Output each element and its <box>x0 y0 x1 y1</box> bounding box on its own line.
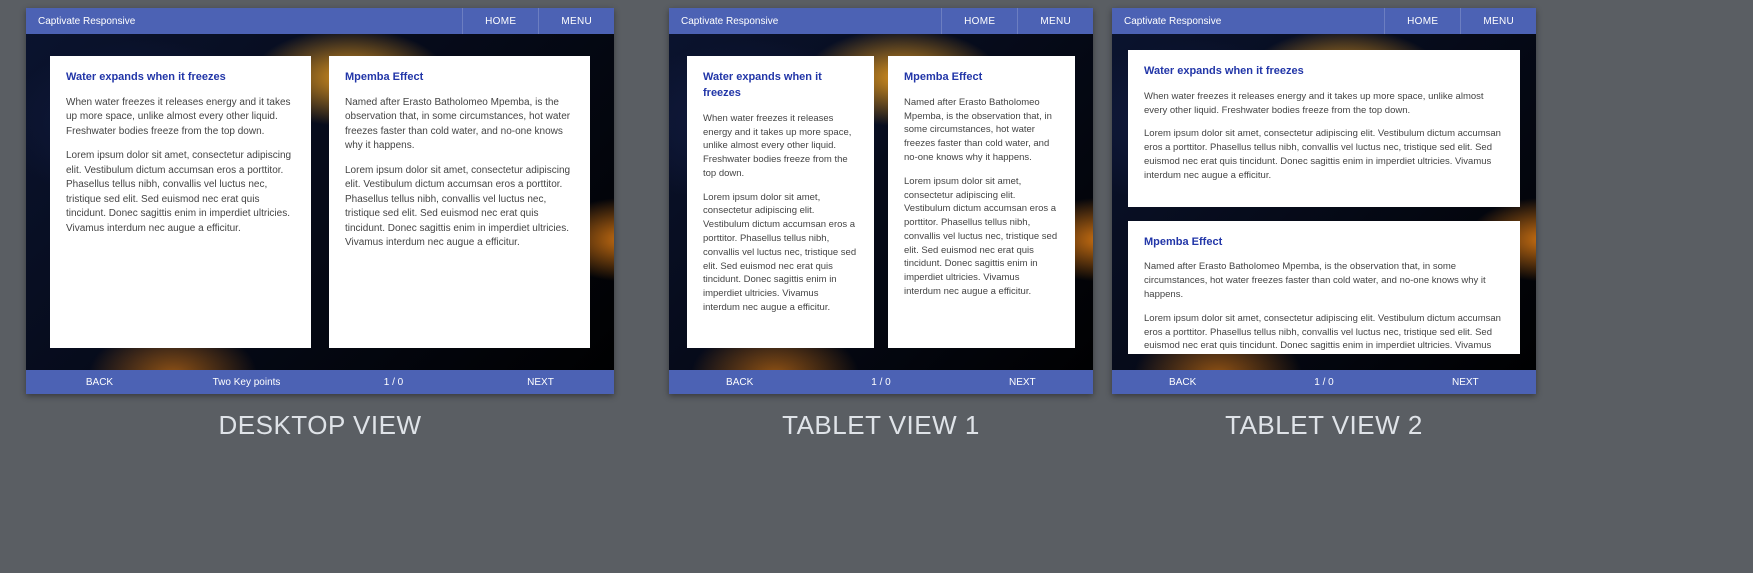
back-button[interactable]: BACK <box>1112 377 1253 388</box>
top-bar: Captivate Responsive HOME MENU <box>669 8 1093 34</box>
brand-title: Captivate Responsive <box>1112 16 1384 27</box>
card-water: Water expands when it freezes When water… <box>687 56 874 348</box>
top-bar: Captivate Responsive HOME MENU <box>1112 8 1536 34</box>
content-area: Water expands when it freezes When water… <box>26 34 614 370</box>
card-title: Water expands when it freezes <box>1144 64 1504 80</box>
bottom-bar: BACK 1 / 0 NEXT <box>1112 370 1536 394</box>
card-water: Water expands when it freezes When water… <box>50 56 311 348</box>
page-indicator: 1 / 0 <box>810 377 951 388</box>
bottom-bar: BACK Two Key points 1 / 0 NEXT <box>26 370 614 394</box>
back-button[interactable]: BACK <box>26 377 173 388</box>
card-text: Lorem ipsum dolor sit amet, consectetur … <box>345 164 574 251</box>
card-text: When water freezes it releases energy an… <box>703 112 858 181</box>
card-text: Named after Erasto Batholomeo Mpemba, is… <box>1144 260 1504 301</box>
card-title: Mpemba Effect <box>904 70 1059 86</box>
card-text: Named after Erasto Batholomeo Mpemba, is… <box>345 96 574 154</box>
device-desktop: Captivate Responsive HOME MENU Water exp… <box>26 8 614 394</box>
bottom-bar: BACK 1 / 0 NEXT <box>669 370 1093 394</box>
card-mpemba: Mpemba Effect Named after Erasto Batholo… <box>888 56 1075 348</box>
content-area: Water expands when it freezes When water… <box>669 34 1093 370</box>
brand-title: Captivate Responsive <box>26 16 462 27</box>
nav-menu[interactable]: MENU <box>538 8 614 34</box>
card-title: Water expands when it freezes <box>66 70 295 86</box>
card-mpemba: Mpemba Effect Named after Erasto Batholo… <box>1128 221 1520 354</box>
card-mpemba: Mpemba Effect Named after Erasto Batholo… <box>329 56 590 348</box>
card-text: Named after Erasto Batholomeo Mpemba, is… <box>904 96 1059 165</box>
card-text: When water freezes it releases energy an… <box>1144 90 1504 118</box>
view-label-desktop: DESKTOP VIEW <box>26 410 614 441</box>
nav-home[interactable]: HOME <box>1384 8 1460 34</box>
view-label-tablet-2: TABLET VIEW 2 <box>1112 410 1536 441</box>
card-title: Mpemba Effect <box>1144 235 1504 251</box>
view-label-tablet-1: TABLET VIEW 1 <box>669 410 1093 441</box>
card-title: Mpemba Effect <box>345 70 574 86</box>
next-button[interactable]: NEXT <box>1395 377 1536 388</box>
page-indicator: 1 / 0 <box>1253 377 1394 388</box>
card-text: Lorem ipsum dolor sit amet, consectetur … <box>1144 312 1504 354</box>
nav-menu[interactable]: MENU <box>1017 8 1093 34</box>
card-text: Lorem ipsum dolor sit amet, consectetur … <box>1144 127 1504 182</box>
card-text: Lorem ipsum dolor sit amet, consectetur … <box>703 191 858 315</box>
next-button[interactable]: NEXT <box>467 377 614 388</box>
back-button[interactable]: BACK <box>669 377 810 388</box>
device-tablet-1: Captivate Responsive HOME MENU Water exp… <box>669 8 1093 394</box>
nav-home[interactable]: HOME <box>462 8 538 34</box>
nav-menu[interactable]: MENU <box>1460 8 1536 34</box>
top-nav: HOME MENU <box>1384 8 1536 34</box>
top-nav: HOME MENU <box>462 8 614 34</box>
next-button[interactable]: NEXT <box>952 377 1093 388</box>
page-indicator: 1 / 0 <box>320 377 467 388</box>
content-area: Water expands when it freezes When water… <box>1112 34 1536 370</box>
top-nav: HOME MENU <box>941 8 1093 34</box>
card-water: Water expands when it freezes When water… <box>1128 50 1520 207</box>
card-title: Water expands when it freezes <box>703 70 858 102</box>
footer-subtitle: Two Key points <box>173 377 320 388</box>
brand-title: Captivate Responsive <box>669 16 941 27</box>
card-text: Lorem ipsum dolor sit amet, consectetur … <box>904 175 1059 299</box>
device-tablet-2: Captivate Responsive HOME MENU Water exp… <box>1112 8 1536 394</box>
top-bar: Captivate Responsive HOME MENU <box>26 8 614 34</box>
card-text: When water freezes it releases energy an… <box>66 96 295 140</box>
card-text: Lorem ipsum dolor sit amet, consectetur … <box>66 149 295 236</box>
nav-home[interactable]: HOME <box>941 8 1017 34</box>
